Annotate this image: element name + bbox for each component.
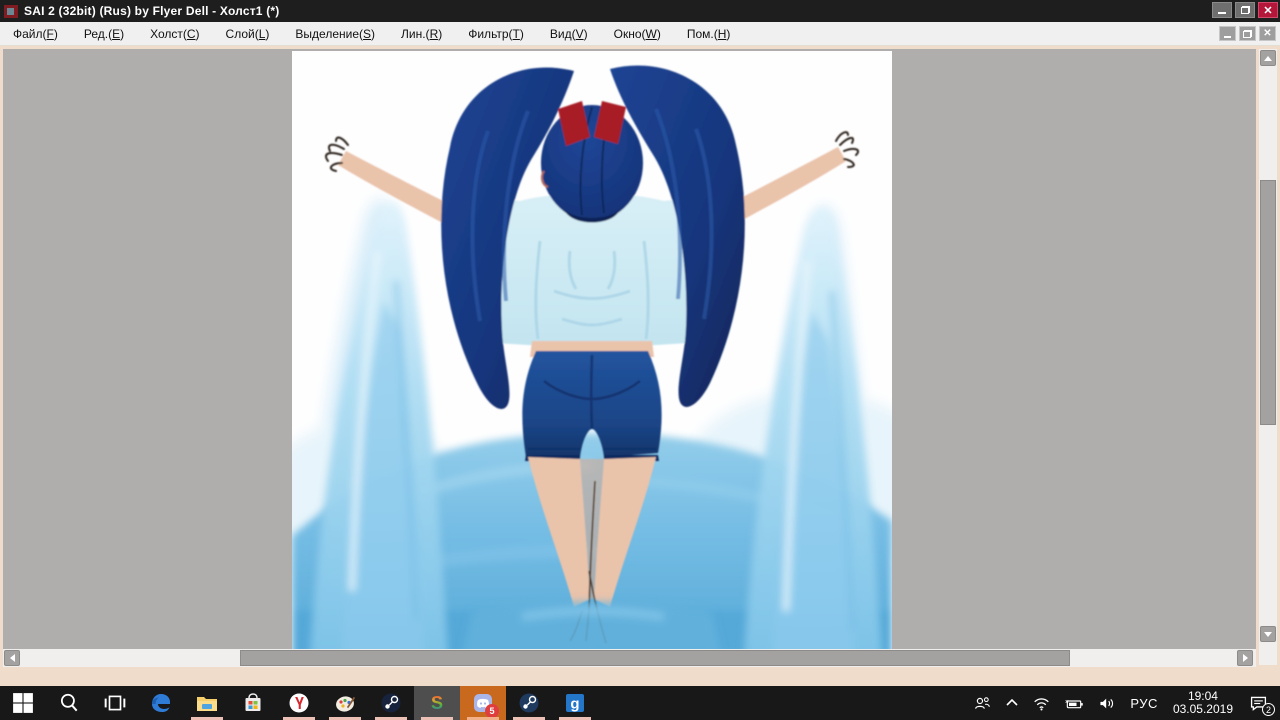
title-bar[interactable]: SAI 2 (32bit) (Rus) by Flyer Dell - Холс… xyxy=(0,0,1280,22)
workspace xyxy=(0,46,1280,686)
network-button[interactable] xyxy=(1026,686,1057,720)
taskbar: S 5 g xyxy=(0,686,1280,720)
taskbar-app-sai-palette[interactable] xyxy=(322,686,368,720)
window-title: SAI 2 (32bit) (Rus) by Flyer Dell - Холс… xyxy=(24,4,279,18)
scroll-right-button[interactable] xyxy=(1237,650,1253,666)
restore-button[interactable] xyxy=(1235,2,1255,18)
menu-ruler[interactable]: Лин.(R) xyxy=(388,23,455,45)
minimize-button[interactable] xyxy=(1212,2,1232,18)
date: 03.05.2019 xyxy=(1173,703,1233,716)
discord-notification-badge: 5 xyxy=(485,704,499,718)
taskbar-app-sai2[interactable]: S xyxy=(414,686,460,720)
taskbar-app-garrys-mod[interactable]: g xyxy=(552,686,598,720)
volume-button[interactable] xyxy=(1091,686,1123,720)
menu-edit[interactable]: Ред.(E) xyxy=(71,23,137,45)
vertical-scroll-thumb[interactable] xyxy=(1260,180,1276,425)
sai2-icon: S xyxy=(426,692,448,714)
app-icon xyxy=(4,5,18,18)
vertical-scrollbar[interactable] xyxy=(1259,49,1277,665)
taskbar-app-steam-2[interactable] xyxy=(506,686,552,720)
steam-icon xyxy=(380,692,402,714)
store-icon xyxy=(242,692,264,714)
menu-canvas[interactable]: Холст(C) xyxy=(137,23,212,45)
document-minimize-button[interactable] xyxy=(1219,26,1236,41)
taskbar-app-store[interactable] xyxy=(230,686,276,720)
battery-icon xyxy=(1064,695,1084,712)
action-center-button[interactable]: 2 xyxy=(1241,686,1280,720)
menu-layer[interactable]: Слой(L) xyxy=(213,23,283,45)
close-icon: ✕ xyxy=(1263,4,1272,17)
menu-view[interactable]: Вид(V) xyxy=(537,23,601,45)
garrys-mod-icon: g xyxy=(564,692,586,714)
windows-logo-icon xyxy=(12,692,34,714)
edge-icon xyxy=(150,692,172,714)
close-button[interactable]: ✕ xyxy=(1258,2,1278,18)
menu-file[interactable]: Файл(F) xyxy=(0,23,71,45)
scroll-down-button[interactable] xyxy=(1260,626,1276,642)
yandex-browser-icon xyxy=(288,692,310,714)
minimize-icon xyxy=(1218,12,1226,14)
clock[interactable]: 19:04 03.05.2019 xyxy=(1165,690,1241,716)
sai2-application-window: SAI 2 (32bit) (Rus) by Flyer Dell - Холс… xyxy=(0,0,1280,720)
painting-canvas[interactable] xyxy=(292,51,892,657)
speaker-icon xyxy=(1098,695,1116,712)
minimize-icon xyxy=(1224,36,1231,38)
document-restore-button[interactable] xyxy=(1239,26,1256,41)
arrow-left-icon xyxy=(10,654,15,662)
restore-icon xyxy=(1241,6,1250,14)
steam-icon xyxy=(518,692,540,714)
menu-window[interactable]: Окно(W) xyxy=(601,23,674,45)
chevron-up-icon xyxy=(1005,696,1019,710)
taskbar-app-steam-1[interactable] xyxy=(368,686,414,720)
taskbar-app-yandex[interactable] xyxy=(276,686,322,720)
action-center-badge: 2 xyxy=(1262,703,1275,716)
task-view-icon xyxy=(104,692,126,714)
horizontal-scroll-thumb[interactable] xyxy=(240,650,1070,666)
restore-icon xyxy=(1243,30,1252,38)
people-icon xyxy=(974,695,991,712)
file-explorer-icon xyxy=(196,692,218,714)
paint-palette-icon xyxy=(334,692,356,714)
taskbar-app-discord[interactable]: 5 xyxy=(460,686,506,720)
horizontal-scrollbar[interactable] xyxy=(3,649,1256,667)
search-icon xyxy=(58,692,80,714)
task-view-button[interactable] xyxy=(92,686,138,720)
taskbar-app-edge[interactable] xyxy=(138,686,184,720)
taskbar-app-file-explorer[interactable] xyxy=(184,686,230,720)
arrow-right-icon xyxy=(1243,654,1248,662)
scroll-up-button[interactable] xyxy=(1260,50,1276,66)
painting-artwork xyxy=(292,51,892,657)
language-indicator[interactable]: РУС xyxy=(1123,686,1165,720)
menu-bar: Файл(F) Ред.(E) Холст(C) Слой(L) Выделен… xyxy=(0,22,1280,46)
close-icon: ✕ xyxy=(1263,28,1271,39)
hidden-icons-button[interactable] xyxy=(998,686,1026,720)
start-button[interactable] xyxy=(0,686,46,720)
menu-help[interactable]: Пом.(H) xyxy=(674,23,744,45)
arrow-up-icon xyxy=(1264,56,1272,61)
svg-text:S: S xyxy=(431,693,443,713)
scroll-left-button[interactable] xyxy=(4,650,20,666)
arrow-down-icon xyxy=(1264,632,1272,637)
menu-selection[interactable]: Выделение(S) xyxy=(282,23,388,45)
canvas-viewport[interactable] xyxy=(3,49,1256,665)
svg-text:g: g xyxy=(570,696,579,713)
document-close-button[interactable]: ✕ xyxy=(1259,26,1276,41)
people-button[interactable] xyxy=(967,686,998,720)
wifi-icon xyxy=(1033,695,1050,712)
menu-filter[interactable]: Фильтр(T) xyxy=(455,23,537,45)
system-tray: РУС 19:04 03.05.2019 2 xyxy=(967,686,1280,720)
search-button[interactable] xyxy=(46,686,92,720)
power-button[interactable] xyxy=(1057,686,1091,720)
